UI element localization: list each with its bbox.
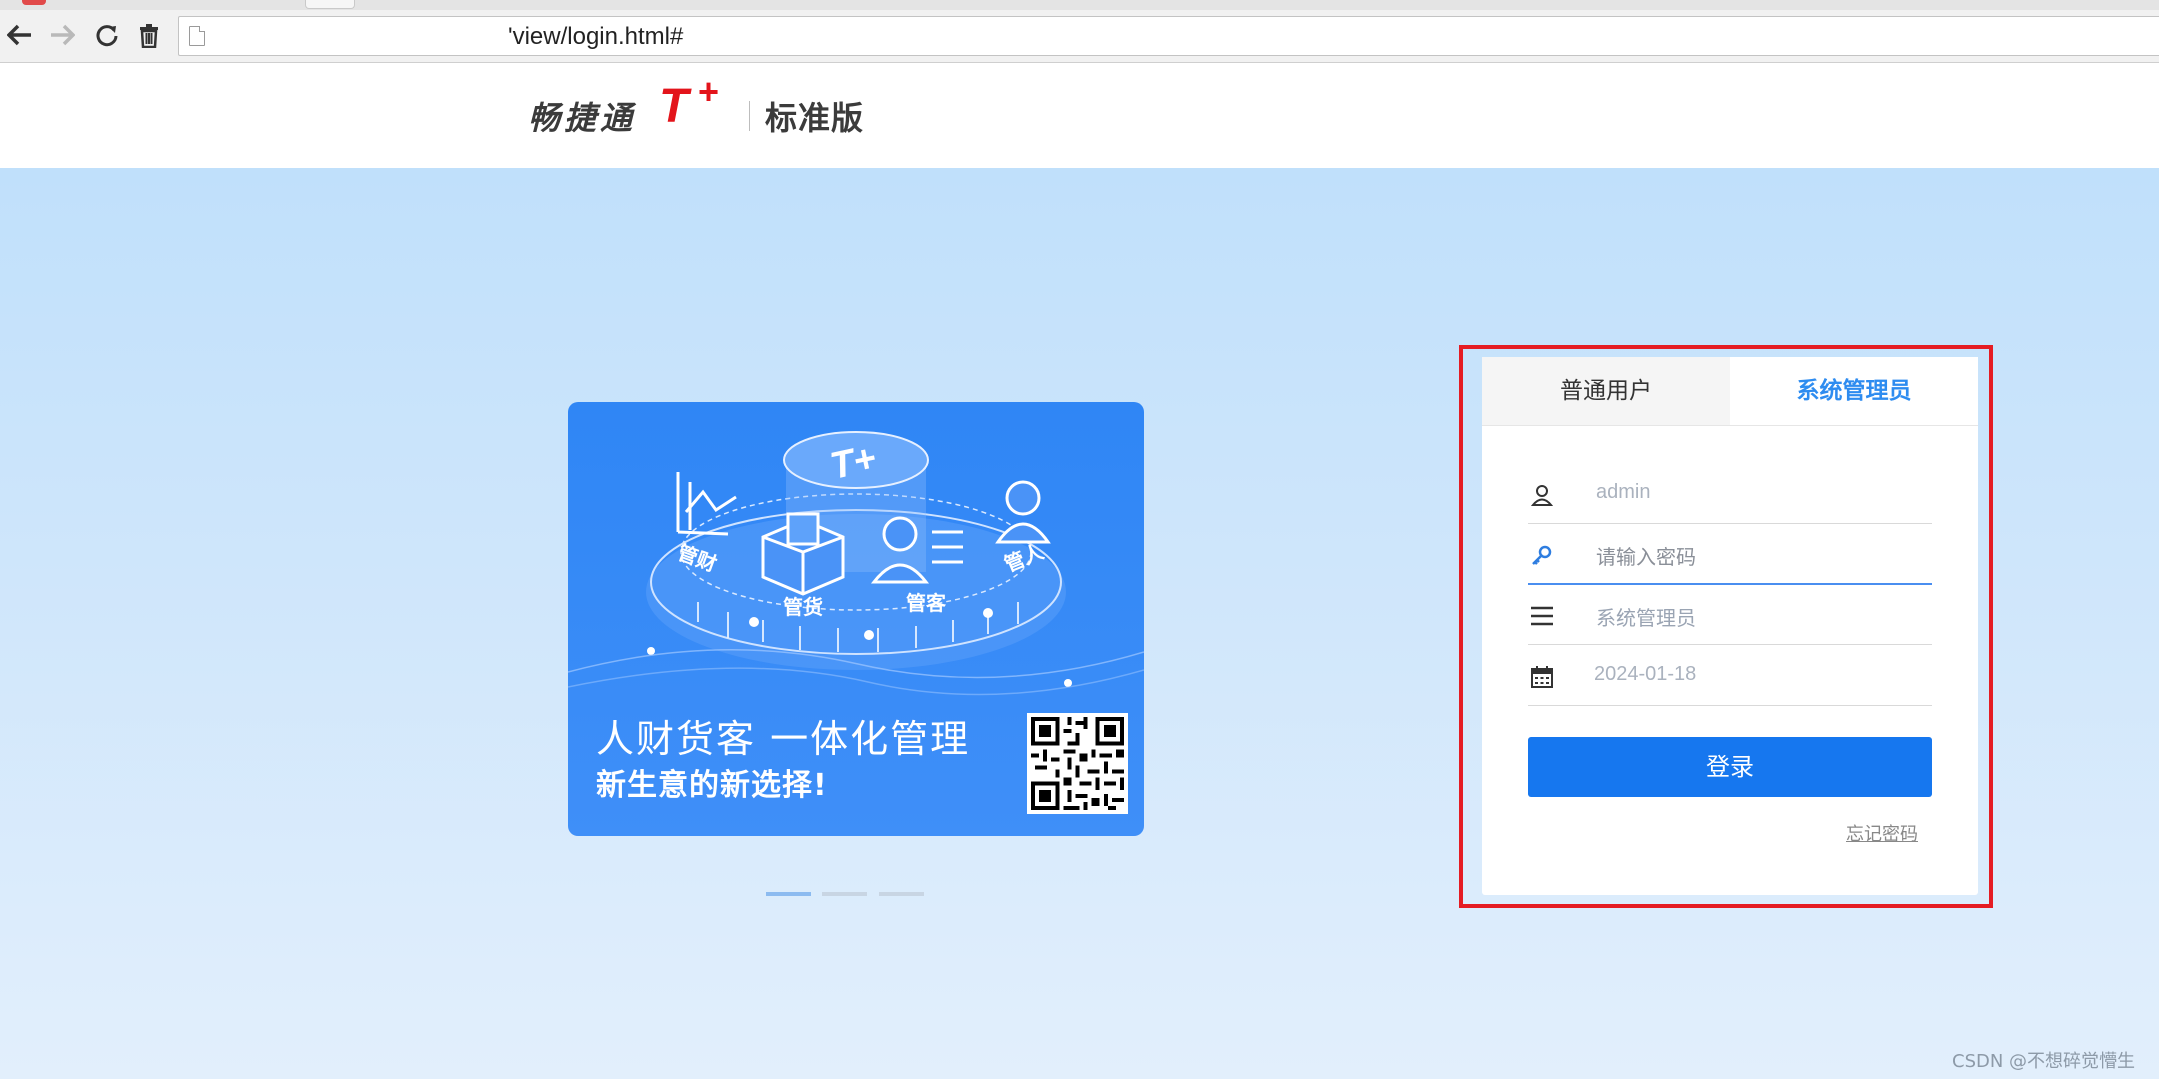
forgot-password-link[interactable]: 忘记密码 [1846, 820, 1918, 846]
brand-logo-plus: + [698, 71, 720, 112]
browser-tab[interactable] [305, 0, 355, 9]
label-customer: 管客 [906, 591, 947, 615]
chart-icon [676, 472, 737, 536]
carousel-dot-2[interactable] [822, 892, 867, 896]
tab-regular-user[interactable]: 普通用户 [1482, 357, 1730, 425]
site-header: 畅捷通 T + 标准版 [0, 63, 2159, 168]
promo-illustration: T+ 管财 管货 管客 管人 [568, 431, 1144, 696]
brand-name: 畅捷通 [528, 99, 637, 137]
username-value: admin [1596, 481, 1651, 503]
promo-banner[interactable]: T+ 管财 管货 管客 管人 人财货客 一体化管理 新生意的新选择! [568, 402, 1144, 836]
role-field[interactable]: 系统管理员 [1528, 586, 1932, 645]
promo-title: 人财货客 一体化管理 [596, 717, 971, 761]
trash-icon[interactable] [134, 20, 164, 50]
forward-icon[interactable] [47, 20, 77, 50]
address-bar[interactable]: 'view/login.html# [178, 16, 2159, 56]
person-icon [995, 480, 1051, 544]
username-field[interactable]: admin [1528, 465, 1932, 524]
tab-favicon[interactable] [22, 0, 46, 5]
brand-divider [749, 101, 750, 131]
date-field[interactable]: 2024-01-18 [1528, 647, 1932, 706]
login-button[interactable]: 登录 [1528, 737, 1932, 797]
user-icon [1530, 485, 1554, 506]
url-text[interactable]: 'view/login.html# [508, 23, 683, 51]
calendar-icon [1531, 666, 1553, 688]
key-icon [1532, 545, 1552, 565]
carousel-dot-1[interactable] [766, 892, 811, 896]
promo-subtitle: 新生意的新选择! [596, 768, 828, 803]
reload-icon[interactable] [92, 20, 122, 50]
label-goods: 管货 [783, 595, 823, 619]
tab-system-admin[interactable]: 系统管理员 [1730, 357, 1978, 425]
back-icon[interactable] [5, 20, 35, 50]
page-icon [189, 26, 205, 46]
browser-toolbar: 'view/login.html# [0, 0, 2159, 63]
password-input[interactable]: 请输入密码 [1596, 541, 1696, 570]
login-panel: 普通用户 系统管理员 admin 请输入密码 系统管理员 2024-01-18 … [1482, 357, 1978, 895]
date-value: 2024-01-18 [1594, 663, 1697, 685]
role-value: 系统管理员 [1596, 606, 1696, 630]
watermark: CSDN @不想碎觉懵生 [1952, 1051, 2136, 1072]
qr-code [1027, 713, 1128, 814]
menu-icon [1531, 606, 1553, 626]
carousel-dot-3[interactable] [879, 892, 924, 896]
login-tabs: 普通用户 系统管理员 [1482, 357, 1978, 426]
edition-label: 标准版 [765, 99, 865, 137]
brand-logo-t: T [659, 80, 689, 133]
password-field[interactable]: 请输入密码 [1528, 525, 1932, 585]
